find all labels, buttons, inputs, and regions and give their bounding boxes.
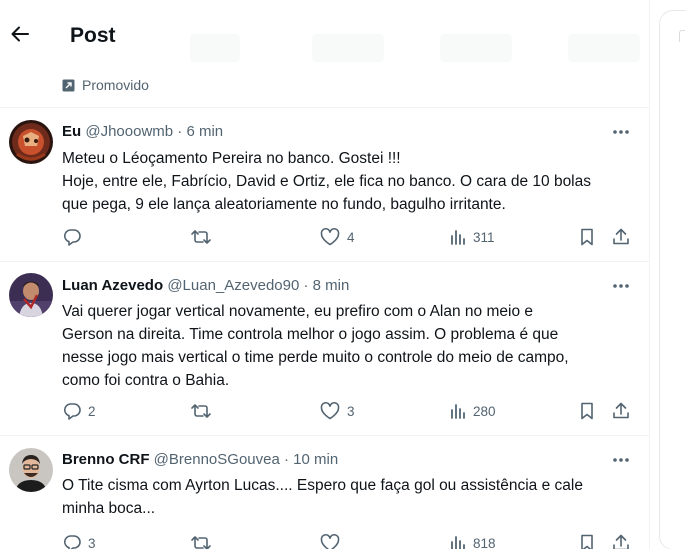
like-count: 4: [347, 229, 355, 245]
share-button[interactable]: [611, 532, 631, 549]
tweet-meta: Eu @Jhooowmb · 6 min: [62, 122, 223, 142]
reply-count: 2: [88, 403, 96, 419]
heart-icon: [320, 402, 340, 420]
more-dots-icon[interactable]: [610, 450, 632, 470]
more-dots-icon[interactable]: [610, 276, 632, 296]
promoted-icon: [62, 79, 75, 91]
views-bar-icon: [451, 230, 465, 245]
tweet-text-line: Gerson na direita. Time controla melhor …: [62, 326, 559, 343]
more-dots-icon[interactable]: [610, 122, 632, 142]
tweet-text: O Tite cisma com Ayrton Lucas.... Espero…: [62, 474, 642, 520]
separator: ·: [303, 277, 309, 294]
user-handle[interactable]: @Luan_Azevedo90: [167, 277, 299, 294]
background-artifact: [440, 34, 512, 62]
background-artifact: [568, 34, 640, 62]
tweet-meta: Brenno CRF @BrennoSGouvea · 10 min: [62, 450, 338, 470]
reply-button[interactable]: 3: [62, 532, 96, 549]
tweet-actions: 4 311: [62, 226, 637, 248]
tweet-text-line: O Tite cisma com Ayrton Lucas.... Espero…: [62, 477, 583, 494]
views-count: 280: [473, 403, 496, 419]
retweet-icon: [191, 536, 211, 549]
separator: ·: [177, 123, 183, 140]
retweet-button[interactable]: [190, 400, 218, 422]
like-count: 3: [347, 403, 355, 419]
reply-icon: [63, 229, 81, 246]
tweet[interactable]: Eu @Jhooowmb · 6 min Meteu o Léoçamento …: [0, 108, 650, 261]
tweet-actions: 3 818: [62, 532, 637, 549]
timestamp[interactable]: 10 min: [293, 451, 338, 468]
tweet-actions: 2 3 280: [62, 400, 637, 422]
user-handle[interactable]: @Jhooowmb: [85, 123, 173, 140]
sidebar-card: [659, 10, 686, 549]
heart-icon: [320, 534, 340, 549]
views-bar-icon: [451, 536, 465, 549]
like-button[interactable]: 4: [319, 226, 355, 248]
bookmark-icon: [581, 402, 593, 420]
avatar[interactable]: [9, 273, 53, 317]
separator: ·: [283, 451, 289, 468]
views-button[interactable]: 311: [449, 226, 495, 248]
post-header: Post: [0, 0, 650, 64]
like-button[interactable]: [319, 532, 347, 549]
display-name[interactable]: Brenno CRF: [62, 451, 150, 468]
timeline-column: Post Promovido Eu @Jhooowmb · 6 min Mete…: [0, 0, 650, 549]
views-button[interactable]: 280: [449, 400, 496, 422]
reply-icon: [63, 535, 81, 549]
tweet-text-line: nesse jogo mais vertical o time perde mu…: [62, 349, 569, 366]
display-name[interactable]: Luan Azevedo: [62, 277, 163, 294]
sidebar-card-corner: [679, 30, 685, 42]
share-button[interactable]: [611, 400, 631, 422]
tweet[interactable]: Brenno CRF @BrennoSGouvea · 10 min O Tit…: [0, 436, 650, 549]
retweet-icon: [191, 404, 211, 418]
reply-button[interactable]: 2: [62, 400, 96, 422]
tweet-text-line: que pega, 9 ele lança aleatoriamente no …: [62, 196, 506, 213]
share-button[interactable]: [611, 226, 631, 248]
tweet-text-line: Vai querer jogar vertical novamente, eu …: [62, 303, 533, 320]
reply-button[interactable]: [62, 226, 88, 248]
background-artifact: [312, 34, 384, 62]
tweet-text: Vai querer jogar vertical novamente, eu …: [62, 300, 642, 392]
tweet-text-line: Hoje, entre ele, Fabrício, David e Ortiz…: [62, 173, 591, 190]
tweet-meta: Luan Azevedo @Luan_Azevedo90 · 8 min: [62, 276, 349, 296]
views-button[interactable]: 818: [449, 532, 496, 549]
page-title: Post: [70, 24, 116, 47]
retweet-button[interactable]: [190, 532, 218, 549]
background-artifact: [190, 34, 240, 62]
bookmark-icon: [581, 228, 593, 246]
tweet-text-line: Meteu o Léoçamento Pereira no banco. Gos…: [62, 150, 401, 167]
bookmark-button[interactable]: [578, 532, 596, 549]
sidebar-edge: [651, 0, 686, 549]
user-handle[interactable]: @BrennoSGouvea: [154, 451, 280, 468]
like-button[interactable]: 3: [319, 400, 355, 422]
promoted-label: Promovido: [62, 75, 149, 95]
bookmark-button[interactable]: [578, 226, 596, 248]
tweet-text-line: minha boca...: [62, 500, 156, 517]
arrow-left-icon[interactable]: [8, 22, 32, 46]
timestamp[interactable]: 6 min: [186, 123, 223, 140]
reply-count: 3: [88, 535, 96, 549]
display-name[interactable]: Eu: [62, 123, 81, 140]
share-icon: [613, 534, 629, 549]
retweet-icon: [191, 230, 211, 244]
reply-icon: [63, 403, 81, 420]
timestamp[interactable]: 8 min: [313, 277, 350, 294]
bookmark-button[interactable]: [578, 400, 596, 422]
avatar[interactable]: [9, 120, 53, 164]
tweet[interactable]: Luan Azevedo @Luan_Azevedo90 · 8 min Vai…: [0, 262, 650, 435]
views-bar-icon: [451, 404, 465, 419]
heart-icon: [320, 228, 340, 246]
views-count: 311: [473, 229, 495, 245]
tweet-text-line: como foi contra o Bahia.: [62, 372, 230, 389]
tweet-text: Meteu o Léoçamento Pereira no banco. Gos…: [62, 147, 642, 216]
views-count: 818: [473, 535, 496, 549]
avatar[interactable]: [9, 448, 53, 492]
bookmark-icon: [581, 534, 593, 549]
retweet-button[interactable]: [190, 226, 218, 248]
share-icon: [613, 228, 629, 245]
promoted-text: Promovido: [82, 77, 149, 93]
share-icon: [613, 402, 629, 419]
